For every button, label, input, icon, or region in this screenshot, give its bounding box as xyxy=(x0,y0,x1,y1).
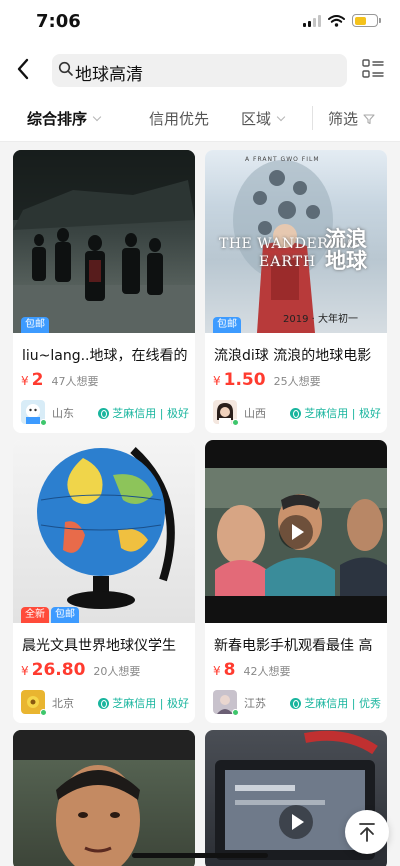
status-icons xyxy=(303,14,381,27)
credit-text: 芝麻信用 | 极好 xyxy=(112,697,189,710)
product-title: 流浪di球 流浪的地球电影 xyxy=(214,348,372,364)
credit-badge: 芝麻信用 | 极好 xyxy=(98,695,189,711)
credit-text: 芝麻信用 | 极好 xyxy=(304,407,381,420)
product-title: 新春电影手机观看最佳 高 xyxy=(214,638,373,654)
price-row: ¥ 26.80 20人想要 xyxy=(21,660,140,680)
product-image: A FRANT GWO FILM THE WANDERING EARTH 流浪地… xyxy=(205,150,387,333)
product-image xyxy=(205,440,387,623)
battery-icon xyxy=(352,14,381,27)
seller-row: 北京 芝麻信用 | 极好 xyxy=(21,690,189,716)
product-card[interactable]: 全新 包邮 晨光文具世界地球仪学生 ¥ 26.80 20人想要 北京 芝麻信用 … xyxy=(13,440,195,723)
play-icon[interactable] xyxy=(279,805,313,839)
item-tags: 包邮 xyxy=(21,317,49,333)
sesame-credit-icon xyxy=(98,697,110,709)
search-input[interactable]: 地球高清 xyxy=(52,54,347,87)
filter-bar: 综合排序 信用优先 区域 筛选 xyxy=(0,94,400,142)
product-image: 全新 包邮 xyxy=(13,440,195,623)
back-arrow-icon[interactable] xyxy=(10,53,40,85)
credit-badge: 芝麻信用 | 极好 xyxy=(98,405,189,421)
seller-row: 江苏 芝麻信用 | 优秀 xyxy=(213,690,381,716)
poster-date: 2019 · 大年初一 xyxy=(283,314,358,325)
currency-symbol: ¥ xyxy=(21,374,29,388)
poster-brand: A FRANT GWO FILM xyxy=(245,156,320,163)
seller-row: 山西 芝麻信用 | 极好 xyxy=(213,400,381,426)
price-row: ¥ 1.50 25人想要 xyxy=(213,370,321,390)
seller-row: 山东 芝麻信用 | 极好 xyxy=(21,400,189,426)
filter-funnel-icon xyxy=(363,113,375,124)
currency-symbol: ¥ xyxy=(213,664,221,678)
product-card[interactable] xyxy=(13,730,195,866)
product-card[interactable]: 包邮 liu~lang..地球，在线看的 ¥ 2 47人想要 山东 芝麻信用 |… xyxy=(13,150,195,433)
product-price: 26.80 xyxy=(31,660,86,680)
want-count: 47人想要 xyxy=(51,375,99,388)
filter-region[interactable]: 区域 xyxy=(241,108,286,129)
poster-title-cn: 流浪地球 xyxy=(325,227,367,273)
product-title: 晨光文具世界地球仪学生 xyxy=(22,638,176,654)
filter-button[interactable]: 筛选 xyxy=(328,108,375,129)
want-count: 20人想要 xyxy=(93,665,141,678)
credit-text: 芝麻信用 | 极好 xyxy=(112,407,189,420)
product-price: 8 xyxy=(223,660,236,680)
filter-button-label: 筛选 xyxy=(328,110,359,128)
poster-title-en-2: EARTH xyxy=(259,254,317,270)
search-query-text: 地球高清 xyxy=(75,65,143,85)
product-price: 2 xyxy=(31,370,44,390)
sort-comprehensive-label: 综合排序 xyxy=(27,110,88,128)
currency-symbol: ¥ xyxy=(21,664,29,678)
product-title: liu~lang..地球，在线看的 xyxy=(22,348,188,364)
price-row: ¥ 8 42人想要 xyxy=(213,660,290,680)
play-icon[interactable] xyxy=(279,515,313,549)
product-price: 1.50 xyxy=(223,370,266,390)
product-card[interactable]: A FRANT GWO FILM THE WANDERING EARTH 流浪地… xyxy=(205,150,387,433)
online-indicator xyxy=(232,709,239,716)
sesame-credit-icon xyxy=(290,697,302,709)
wifi-icon xyxy=(328,14,345,27)
man-portrait xyxy=(13,730,195,866)
currency-symbol: ¥ xyxy=(213,374,221,388)
back-to-top-icon xyxy=(359,823,375,842)
brand-new-tag: 全新 xyxy=(21,607,49,623)
chevron-down-icon xyxy=(92,112,102,121)
product-image xyxy=(13,730,195,866)
status-bar: 7:06 xyxy=(0,0,400,44)
seller-region: 北京 xyxy=(52,697,74,710)
free-shipping-tag: 包邮 xyxy=(51,607,79,623)
sort-comprehensive[interactable]: 综合排序 xyxy=(27,108,102,129)
free-shipping-tag: 包邮 xyxy=(213,317,241,333)
search-icon xyxy=(58,61,73,76)
item-tags: 包邮 xyxy=(213,317,241,333)
globe-photo xyxy=(37,447,175,609)
signal-icon xyxy=(303,14,321,27)
back-to-top-button[interactable] xyxy=(345,810,389,854)
search-header: 地球高清 xyxy=(0,44,400,94)
home-indicator xyxy=(132,853,268,858)
price-row: ¥ 2 47人想要 xyxy=(21,370,98,390)
online-indicator xyxy=(40,709,47,716)
soldiers-scene xyxy=(13,150,195,333)
want-count: 25人想要 xyxy=(273,375,321,388)
free-shipping-tag: 包邮 xyxy=(21,317,49,333)
seller-region: 山西 xyxy=(244,407,266,420)
grid-toggle-icon[interactable] xyxy=(362,58,384,80)
sort-credit-first[interactable]: 信用优先 xyxy=(149,108,209,129)
product-image: 包邮 xyxy=(13,150,195,333)
filter-divider xyxy=(312,106,313,130)
product-card[interactable]: 新春电影手机观看最佳 高 ¥ 8 42人想要 江苏 芝麻信用 | 优秀 xyxy=(205,440,387,723)
status-time: 7:06 xyxy=(36,11,81,32)
seller-region: 山东 xyxy=(52,407,74,420)
sesame-credit-icon xyxy=(98,407,110,419)
item-tags: 全新 包邮 xyxy=(21,607,79,623)
sort-credit-label: 信用优先 xyxy=(149,110,210,128)
credit-badge: 芝麻信用 | 优秀 xyxy=(290,695,381,711)
online-indicator xyxy=(232,419,239,426)
sesame-credit-icon xyxy=(290,407,302,419)
online-indicator xyxy=(40,419,47,426)
seller-region: 江苏 xyxy=(244,697,266,710)
filter-region-label: 区域 xyxy=(241,110,272,128)
chevron-down-icon xyxy=(276,112,286,121)
credit-badge: 芝麻信用 | 极好 xyxy=(290,405,381,421)
credit-text: 芝麻信用 | 优秀 xyxy=(304,697,381,710)
want-count: 42人想要 xyxy=(243,665,291,678)
